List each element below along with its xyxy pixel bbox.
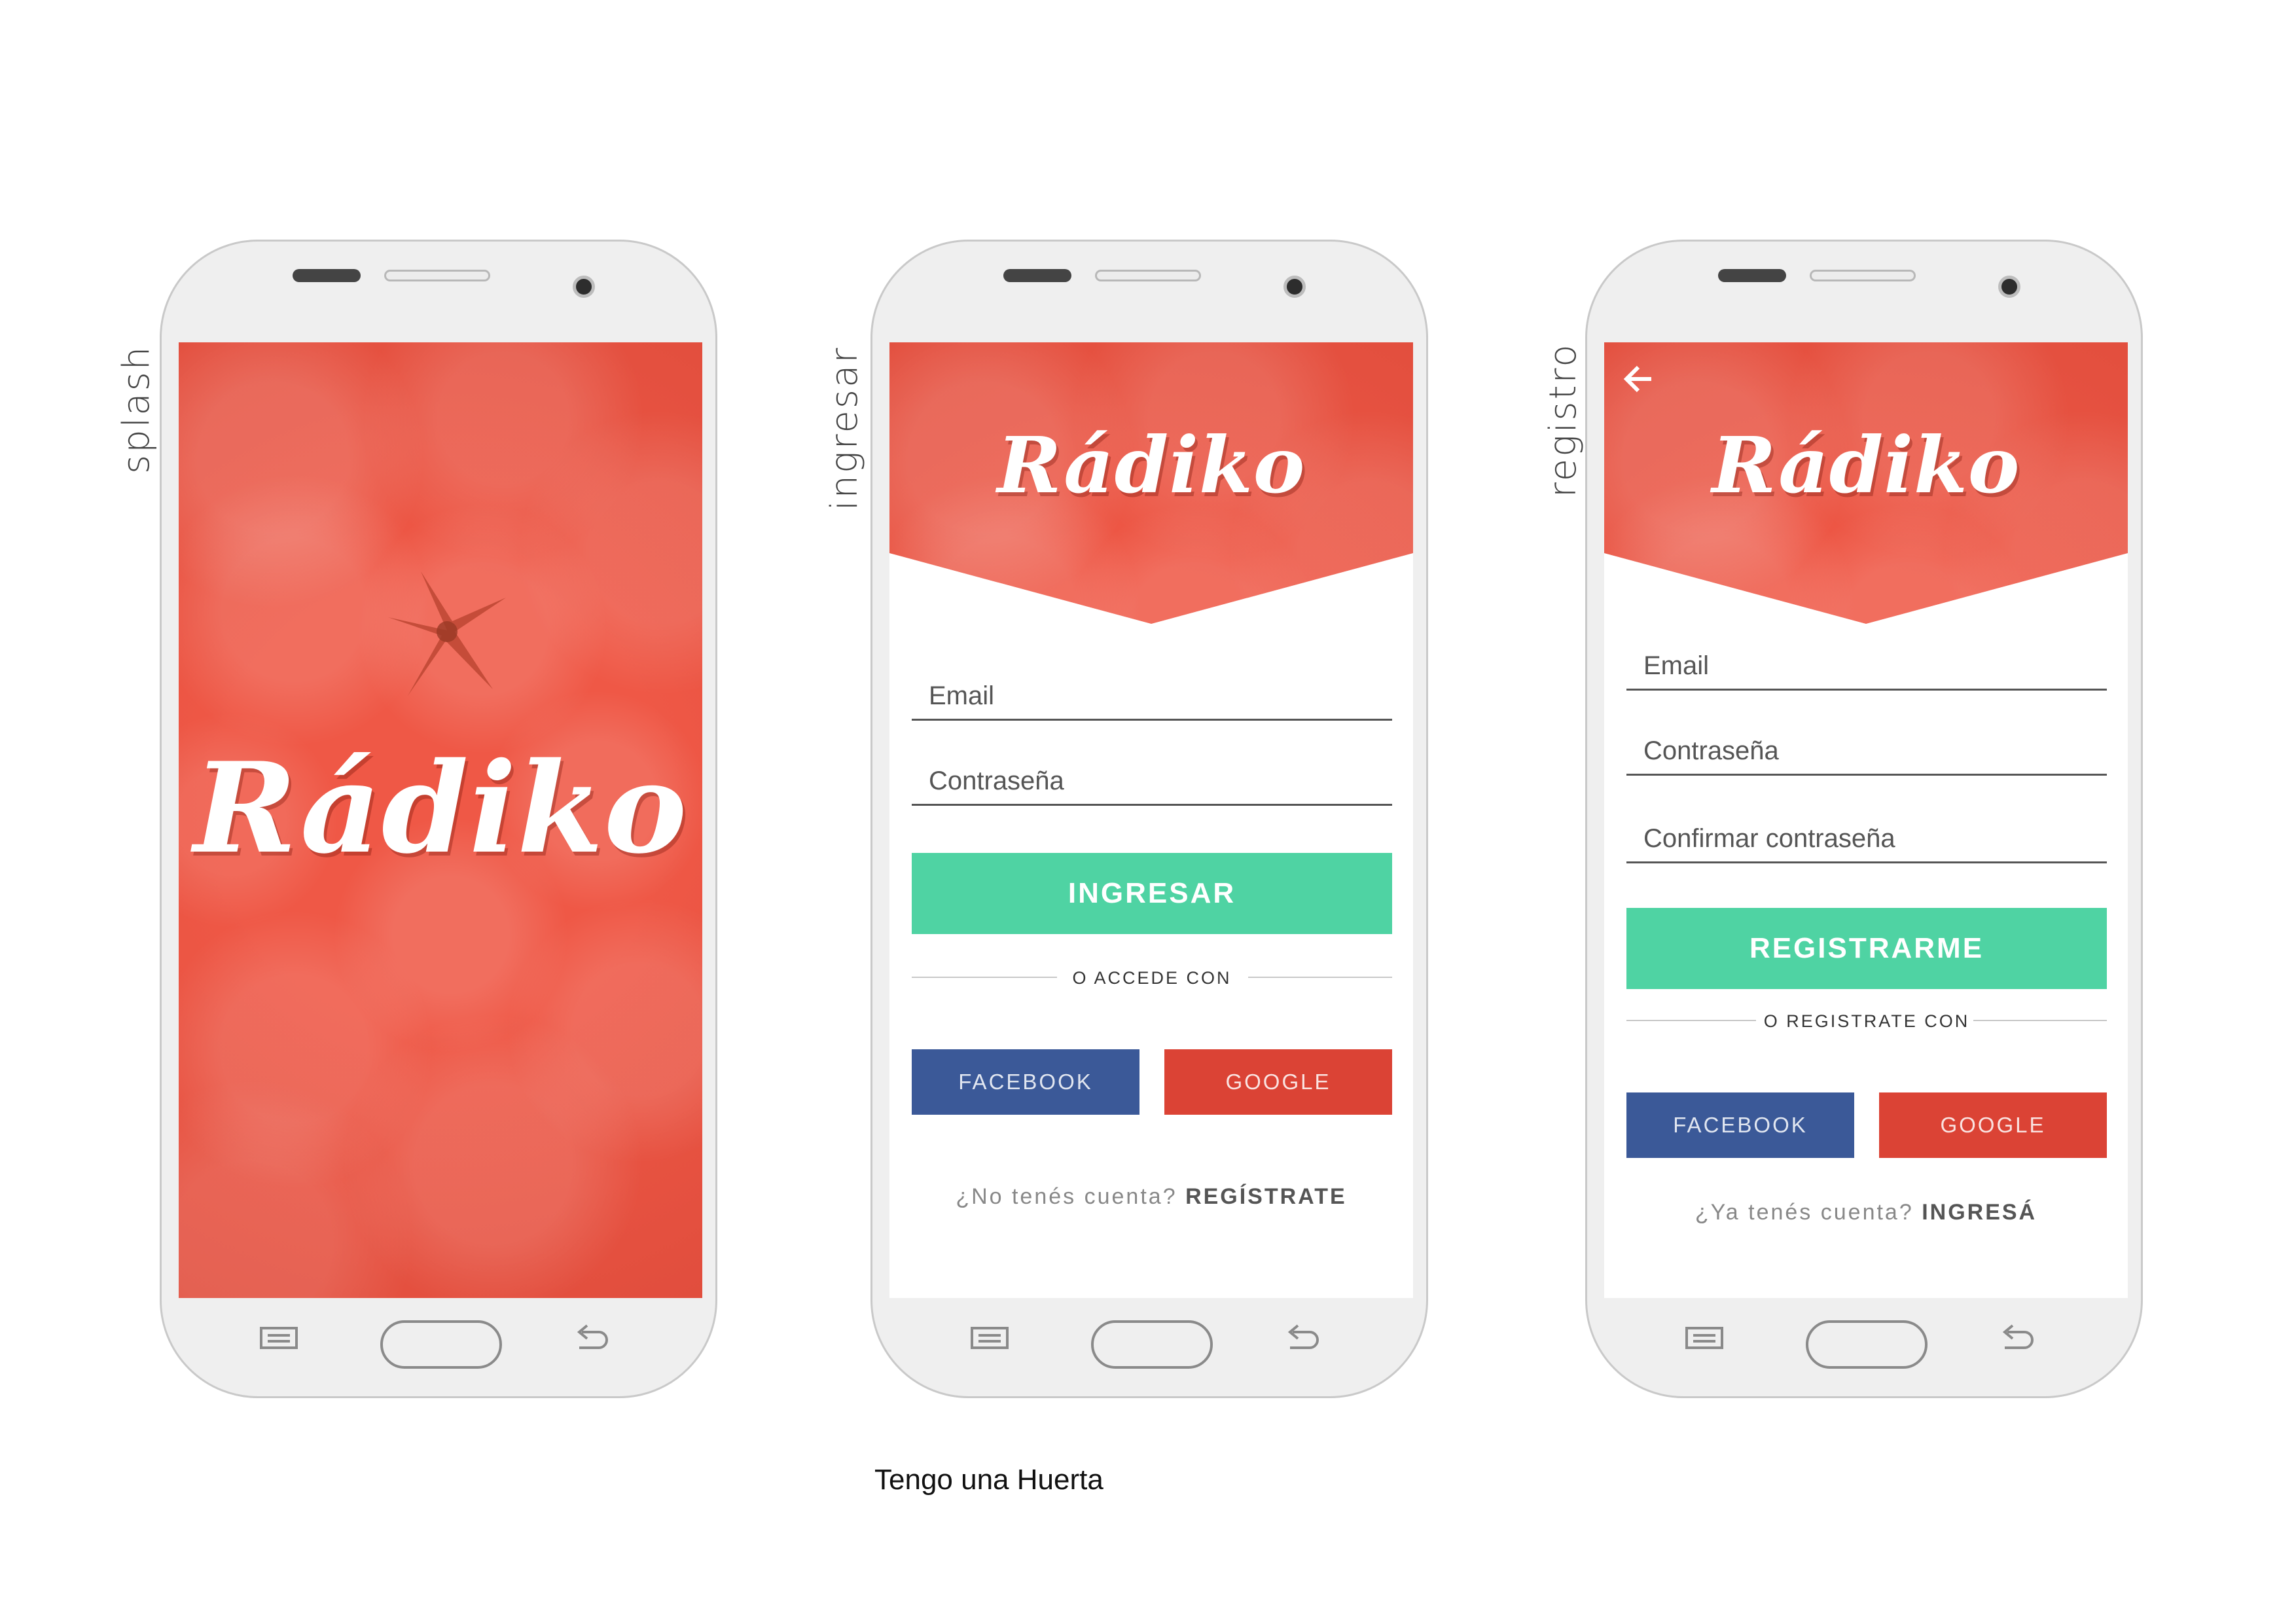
camera bbox=[573, 276, 595, 298]
phone-frame-registro: Rádiko Email Contraseña Confirmar contra… bbox=[1585, 240, 2143, 1398]
phone-frame-ingresar: Rádiko Email Contraseña INGRESAR O ACCED… bbox=[870, 240, 1428, 1398]
camera bbox=[1998, 276, 2020, 298]
speaker bbox=[1810, 270, 1916, 281]
confirm-password-placeholder: Confirmar contraseña bbox=[1643, 824, 1895, 853]
back-nav-icon[interactable] bbox=[1283, 1323, 1321, 1354]
page-caption: Tengo una Huerta bbox=[874, 1464, 1103, 1496]
back-nav-icon[interactable] bbox=[1998, 1323, 2036, 1354]
divider-text: O ACCEDE CON bbox=[1072, 968, 1232, 988]
email-placeholder: Email bbox=[929, 681, 995, 710]
login-prompt: ¿Ya tenés cuenta? INGRESÁ bbox=[1604, 1200, 2128, 1225]
back-nav-icon[interactable] bbox=[573, 1323, 611, 1354]
header: Rádiko bbox=[889, 342, 1413, 624]
google-button[interactable]: GOOGLE bbox=[1879, 1092, 2107, 1158]
app-logo: Rádiko bbox=[997, 420, 1306, 511]
home-button[interactable] bbox=[1806, 1320, 1928, 1369]
login-screen: Rádiko Email Contraseña INGRESAR O ACCED… bbox=[889, 342, 1413, 1298]
home-button[interactable] bbox=[1091, 1320, 1213, 1369]
facebook-button[interactable]: FACEBOOK bbox=[912, 1049, 1139, 1115]
home-button[interactable] bbox=[380, 1320, 502, 1369]
android-nav-bar bbox=[872, 1298, 1426, 1396]
login-prompt-text: ¿Ya tenés cuenta? bbox=[1695, 1200, 1914, 1225]
google-button[interactable]: GOOGLE bbox=[1164, 1049, 1392, 1115]
password-placeholder: Contraseña bbox=[1643, 736, 1779, 765]
splash-screen: Rádiko bbox=[179, 342, 702, 1298]
menu-icon[interactable] bbox=[971, 1326, 1009, 1350]
email-field[interactable]: Email bbox=[1626, 640, 2107, 691]
signup-prompt-text: ¿No tenés cuenta? bbox=[956, 1184, 1177, 1209]
email-placeholder: Email bbox=[1643, 651, 1710, 680]
register-screen: Rádiko Email Contraseña Confirmar contra… bbox=[1604, 342, 2128, 1298]
app-logo: Rádiko bbox=[1712, 420, 2020, 511]
confirm-password-field[interactable]: Confirmar contraseña bbox=[1626, 812, 2107, 863]
login-button[interactable]: INGRESAR bbox=[912, 853, 1392, 934]
android-nav-bar bbox=[1587, 1298, 2141, 1396]
phone-frame-splash: Rádiko bbox=[160, 240, 717, 1398]
speaker bbox=[1095, 270, 1201, 281]
divider-text: O REGISTRATE CON bbox=[1763, 1011, 1970, 1031]
social-divider: O ACCEDE CON bbox=[912, 964, 1392, 990]
earpiece bbox=[293, 269, 361, 282]
android-nav-bar bbox=[162, 1298, 715, 1396]
facebook-button[interactable]: FACEBOOK bbox=[1626, 1092, 1854, 1158]
camera bbox=[1283, 276, 1306, 298]
password-field[interactable]: Contraseña bbox=[1626, 725, 2107, 776]
screen-label-splash: splash bbox=[115, 344, 158, 474]
social-divider: O REGISTRATE CON bbox=[1626, 1007, 2107, 1034]
password-placeholder: Contraseña bbox=[929, 767, 1064, 795]
register-button[interactable]: REGISTRARME bbox=[1626, 908, 2107, 989]
email-field[interactable]: Email bbox=[912, 670, 1392, 721]
menu-icon[interactable] bbox=[260, 1326, 298, 1350]
tomato-stem-icon bbox=[388, 571, 506, 696]
earpiece bbox=[1003, 269, 1071, 282]
header: Rádiko bbox=[1604, 342, 2128, 624]
earpiece bbox=[1718, 269, 1786, 282]
screen-label-ingresar: ingresar bbox=[823, 346, 866, 511]
arrow-left-icon[interactable] bbox=[1621, 362, 1655, 396]
signup-link[interactable]: REGÍSTRATE bbox=[1185, 1184, 1347, 1209]
password-field[interactable]: Contraseña bbox=[912, 755, 1392, 806]
login-link[interactable]: INGRESÁ bbox=[1922, 1200, 2037, 1225]
speaker bbox=[384, 270, 490, 281]
screen-label-registro: registro bbox=[1542, 342, 1585, 497]
menu-icon[interactable] bbox=[1685, 1326, 1723, 1350]
signup-prompt: ¿No tenés cuenta? REGÍSTRATE bbox=[889, 1184, 1413, 1210]
app-logo: Rádiko bbox=[193, 735, 688, 881]
